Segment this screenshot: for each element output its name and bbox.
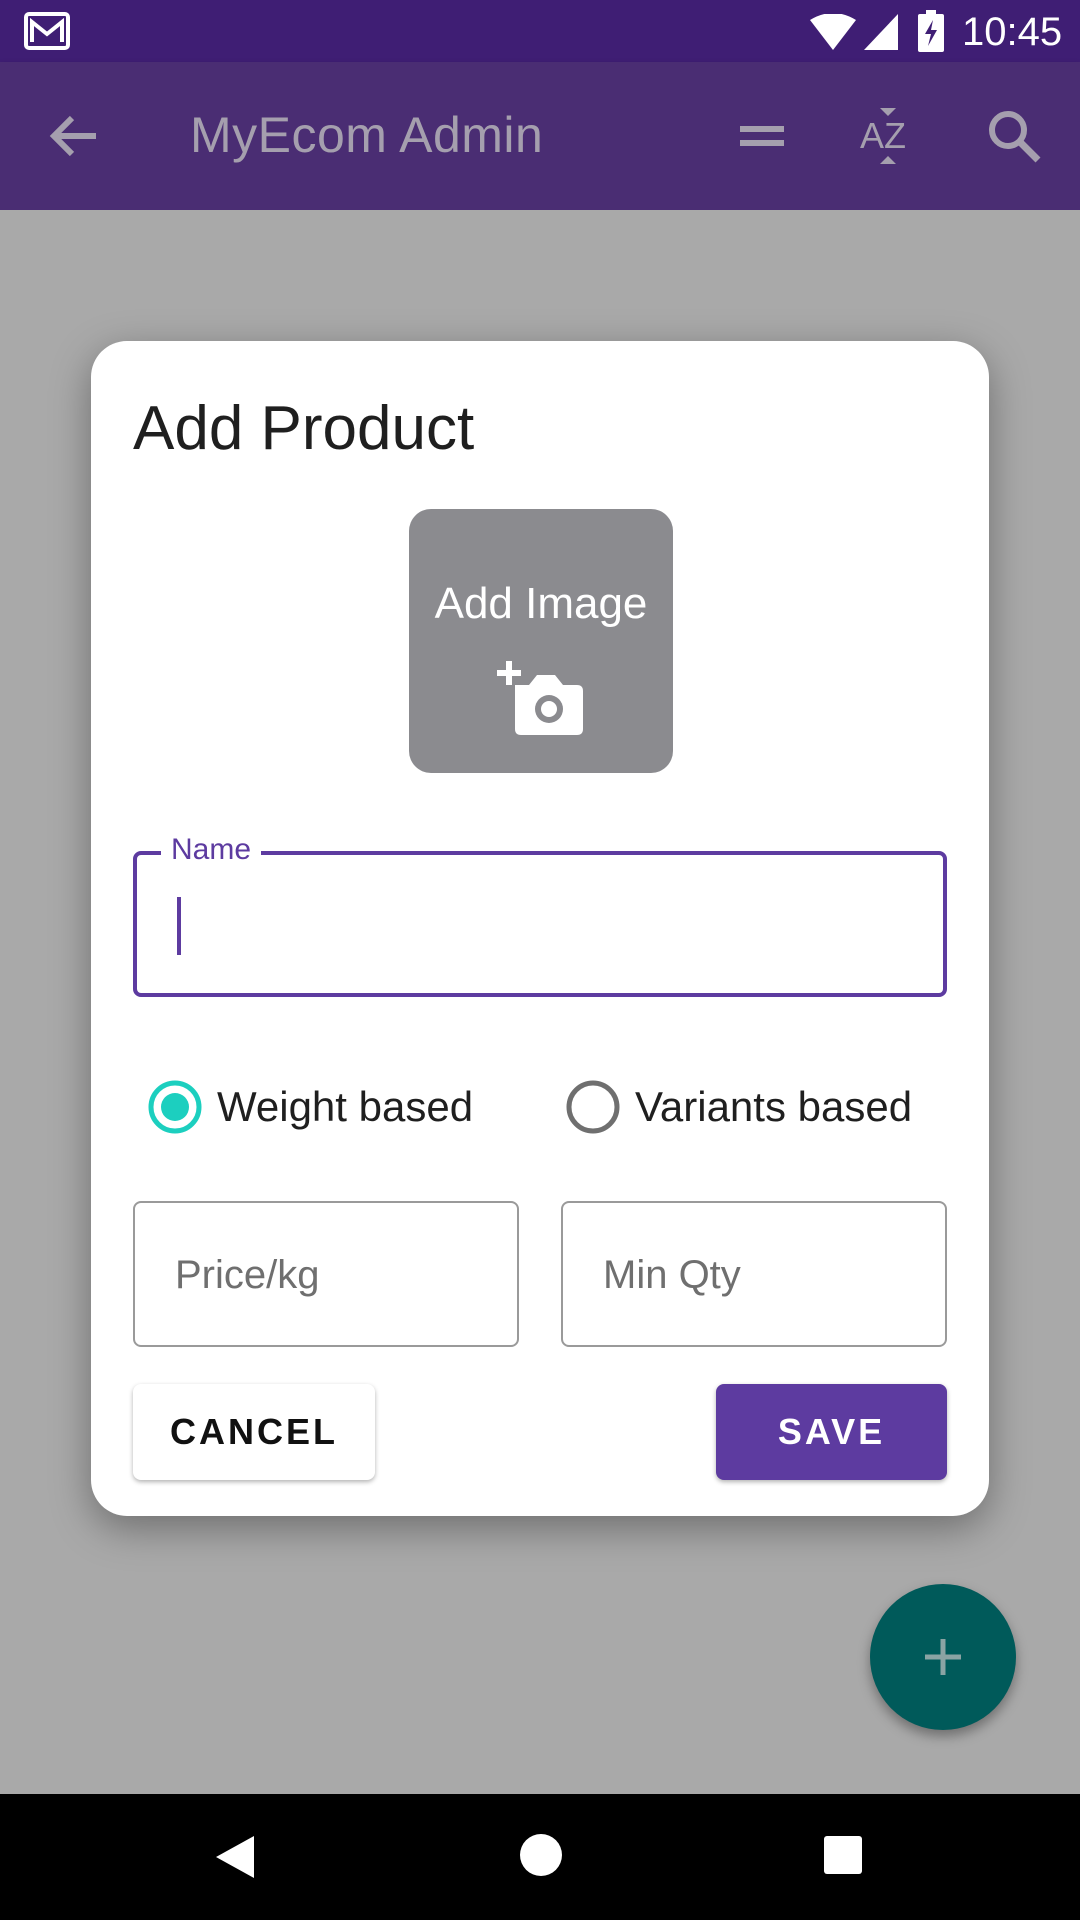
app-bar: MyEcom Admin AZ bbox=[0, 62, 1080, 210]
radio-selected-icon bbox=[148, 1080, 202, 1134]
wifi-icon bbox=[810, 14, 856, 50]
min-qty-placeholder: Min Qty bbox=[603, 1253, 741, 1297]
radio-unselected-icon bbox=[566, 1080, 620, 1134]
name-input-label: Name bbox=[161, 833, 262, 867]
svg-text:AZ: AZ bbox=[860, 115, 906, 156]
back-triangle-icon[interactable] bbox=[210, 1832, 260, 1882]
plus-icon bbox=[925, 1639, 961, 1675]
system-nav-bar bbox=[0, 1794, 1080, 1920]
menu-lines-icon[interactable] bbox=[730, 104, 794, 168]
status-time: 10:45 bbox=[962, 10, 1063, 54]
search-icon[interactable] bbox=[982, 104, 1046, 168]
min-qty-input[interactable]: Min Qty bbox=[561, 1201, 947, 1347]
name-input[interactable]: Name bbox=[133, 833, 947, 997]
add-product-dialog: Add Product Add Image Name Weight based … bbox=[91, 341, 989, 1516]
signal-icon bbox=[864, 14, 898, 50]
price-per-kg-placeholder: Price/kg bbox=[175, 1253, 320, 1297]
radio-variants-based-label: Variants based bbox=[635, 1083, 913, 1130]
price-per-kg-input[interactable]: Price/kg bbox=[133, 1201, 519, 1347]
cancel-button[interactable]: CANCEL bbox=[133, 1384, 375, 1480]
text-caret bbox=[177, 897, 181, 955]
gmail-icon bbox=[24, 12, 70, 50]
back-arrow-icon[interactable] bbox=[42, 104, 106, 168]
sort-az-icon[interactable]: AZ bbox=[856, 104, 920, 168]
battery-icon bbox=[918, 10, 944, 52]
add-image-button[interactable]: Add Image bbox=[409, 509, 673, 773]
add-image-label: Add Image bbox=[434, 579, 648, 628]
add-product-fab[interactable] bbox=[870, 1584, 1016, 1730]
radio-weight-based-label: Weight based bbox=[217, 1083, 474, 1130]
home-circle-icon[interactable] bbox=[518, 1832, 564, 1878]
recents-square-icon[interactable] bbox=[822, 1834, 864, 1876]
status-bar: 10:45 bbox=[0, 0, 1080, 62]
app-title: MyEcom Admin bbox=[190, 107, 544, 163]
add-photo-icon bbox=[497, 661, 583, 735]
radio-weight-based[interactable]: Weight based bbox=[147, 1077, 473, 1137]
dialog-title: Add Product bbox=[133, 394, 475, 463]
save-button[interactable]: SAVE bbox=[716, 1384, 947, 1480]
radio-variants-based[interactable]: Variants based bbox=[565, 1077, 912, 1137]
